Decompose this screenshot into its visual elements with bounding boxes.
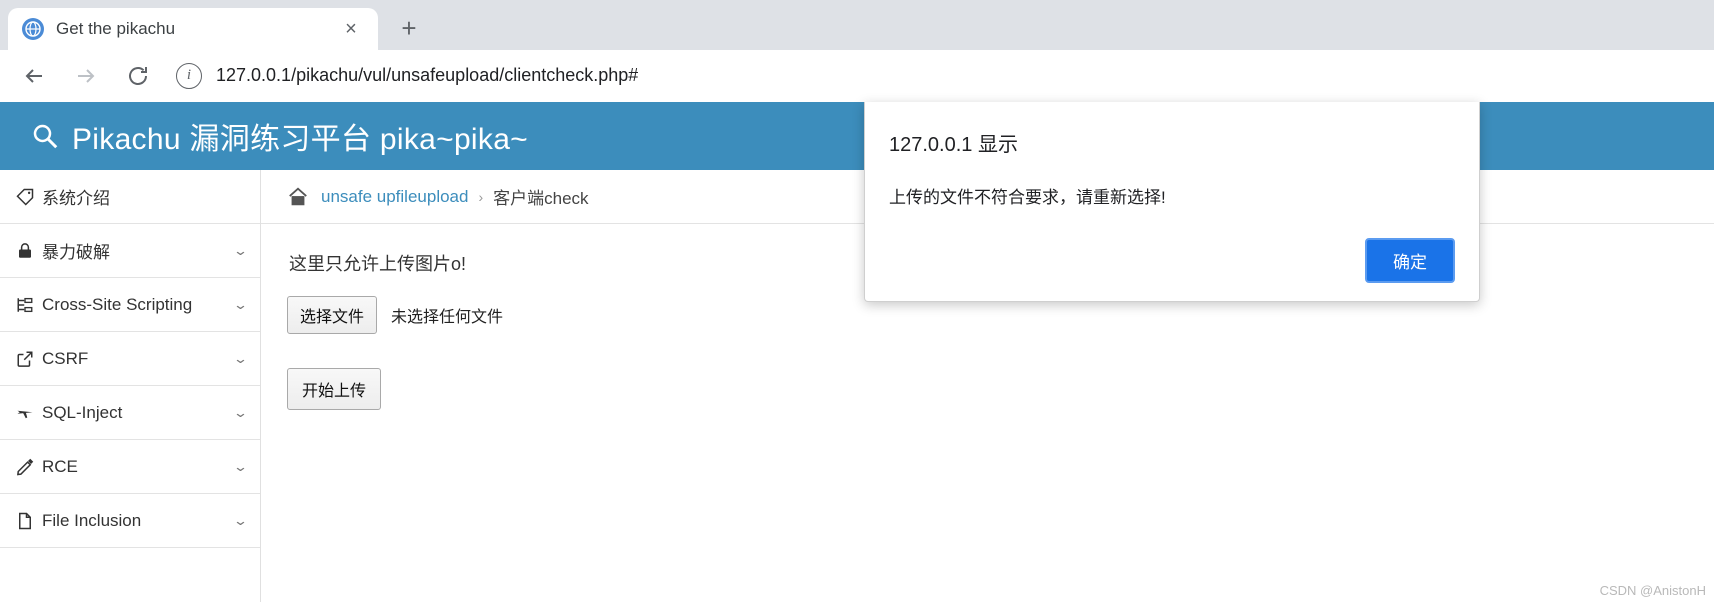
tag-icon	[12, 188, 38, 206]
sidebar-item-sql-inject[interactable]: SQL-Inject ⌄	[0, 386, 260, 440]
lock-icon	[12, 242, 38, 260]
breadcrumb-separator: ›	[478, 188, 484, 205]
close-icon[interactable]: ×	[338, 16, 364, 42]
chevron-down-icon: ⌄	[232, 512, 249, 528]
javascript-alert-dialog: 127.0.0.1 显示 上传的文件不符合要求，请重新选择! 确定	[864, 102, 1480, 302]
watermark: CSDN @AnistonH	[1599, 583, 1706, 598]
tab-get-the-pikachu[interactable]: Get the pikachu ×	[8, 8, 378, 50]
new-tab-button[interactable]: +	[392, 11, 426, 45]
file-status-label: 未选择任何文件	[391, 309, 504, 326]
back-button[interactable]	[14, 56, 54, 96]
reload-button[interactable]	[118, 56, 158, 96]
chevron-down-icon: ⌄	[232, 296, 249, 312]
pencil-icon	[12, 458, 38, 476]
breadcrumb-current: 客户端check	[493, 189, 589, 208]
dialog-message: 上传的文件不符合要求，请重新选择!	[889, 188, 1166, 207]
sidebar-item-label: Cross-Site Scripting	[42, 294, 193, 314]
search-bug-icon	[30, 121, 60, 151]
browser-window: Get the pikachu × + i 127.0.0.1/pikachu/…	[0, 0, 1714, 602]
sidebar-item-brute-force[interactable]: 暴力破解 ⌄	[0, 224, 260, 278]
address-bar[interactable]: i 127.0.0.1/pikachu/vul/unsafeupload/cli…	[170, 56, 1700, 95]
tab-strip: Get the pikachu × +	[0, 0, 1714, 50]
sidebar: 系统介绍 暴力破解 ⌄ Cross-Site Scripting ⌄ CSRF …	[0, 170, 261, 602]
home-icon	[287, 186, 309, 208]
sidebar-item-label: CSRF	[42, 348, 89, 368]
page-viewport: Pikachu 漏洞练习平台 pika~pika~ 系统介绍 暴力破解 ⌄ Cr…	[0, 102, 1714, 602]
forward-button[interactable]	[66, 56, 106, 96]
sidebar-item-label: 系统介绍	[42, 189, 110, 208]
url-text: 127.0.0.1/pikachu/vul/unsafeupload/clien…	[216, 65, 639, 85]
dialog-actions: 确定	[889, 238, 1455, 283]
sidebar-item-label: File Inclusion	[42, 510, 142, 530]
chevron-down-icon: ⌄	[232, 404, 249, 420]
chevron-down-icon: ⌄	[232, 458, 249, 474]
sidebar-item-label: SQL-Inject	[42, 402, 123, 422]
dialog-ok-button[interactable]: 确定	[1365, 238, 1455, 283]
sidebar-item-label: RCE	[42, 456, 78, 476]
choose-file-button[interactable]: 选择文件	[287, 296, 378, 334]
chevron-down-icon: ⌄	[232, 350, 249, 366]
site-title: Pikachu 漏洞练习平台 pika~pika~	[72, 123, 529, 156]
start-upload-button[interactable]: 开始上传	[287, 368, 382, 410]
globe-icon	[22, 18, 44, 40]
browser-toolbar: i 127.0.0.1/pikachu/vul/unsafeupload/cli…	[0, 50, 1714, 102]
sidebar-item-xss[interactable]: Cross-Site Scripting ⌄	[0, 278, 260, 332]
sidebar-item-rce[interactable]: RCE ⌄	[0, 440, 260, 494]
sidebar-item-label: 暴力破解	[42, 243, 110, 262]
share-icon	[12, 350, 38, 368]
site-info-icon[interactable]: i	[176, 62, 202, 89]
dialog-title: 127.0.0.1 显示	[889, 134, 1018, 156]
sidebar-item-system-intro[interactable]: 系统介绍	[0, 170, 260, 224]
tab-title: Get the pikachu	[56, 19, 176, 38]
file-icon	[12, 512, 38, 530]
sitemap-icon	[12, 296, 38, 314]
chevron-down-icon: ⌄	[232, 242, 249, 258]
breadcrumb-link[interactable]: unsafe upfileupload	[321, 187, 468, 207]
sidebar-item-file-inclusion[interactable]: File Inclusion ⌄	[0, 494, 260, 548]
sidebar-item-csrf[interactable]: CSRF ⌄	[0, 332, 260, 386]
plane-icon	[12, 404, 38, 422]
